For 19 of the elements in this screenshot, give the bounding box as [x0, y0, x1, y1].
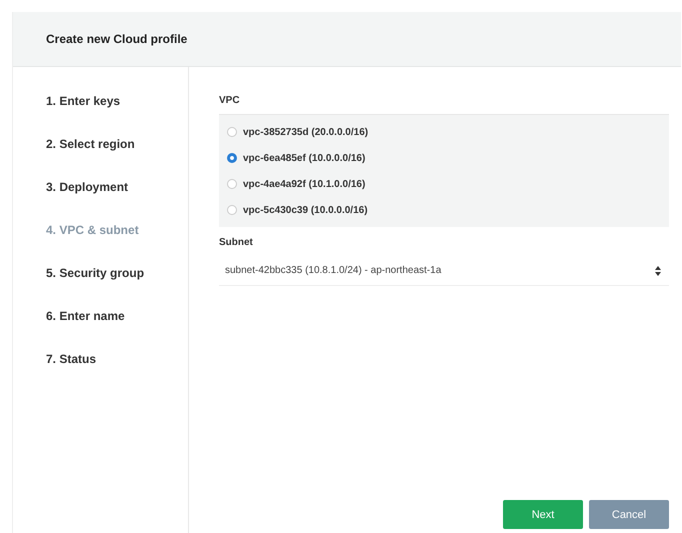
step-item[interactable]: 2. Select region — [46, 136, 188, 153]
select-arrows-icon — [655, 266, 661, 276]
radio-button[interactable] — [227, 127, 237, 137]
radio-label[interactable]: vpc-5c430c39 (10.0.0.0/16) — [243, 204, 368, 216]
radio-label[interactable]: vpc-6ea485ef (10.0.0.0/16) — [243, 152, 366, 164]
step-item[interactable]: 7. Status — [46, 351, 188, 368]
radio-button[interactable] — [227, 179, 237, 189]
step-item[interactable]: 1. Enter keys — [46, 93, 188, 110]
radio-button[interactable] — [227, 205, 237, 215]
radio-button[interactable] — [227, 153, 237, 163]
step-item[interactable]: 6. Enter name — [46, 308, 188, 325]
vpc-label: VPC — [219, 95, 241, 106]
step-item[interactable]: 5. Security group — [46, 265, 188, 282]
radio-label[interactable]: vpc-4ae4a92f (10.1.0.0/16) — [243, 178, 366, 190]
step-item[interactable]: 3. Deployment — [46, 179, 188, 196]
dialog-title: Create new Cloud profile — [46, 32, 188, 46]
radio-label[interactable]: vpc-3852735d (20.0.0.0/16) — [243, 126, 368, 138]
subnet-label: Subnet — [219, 237, 254, 248]
subnet-select[interactable]: subnet-42bbc335 (10.8.1.0/24) - ap-northeast-1a — [219, 256, 669, 286]
